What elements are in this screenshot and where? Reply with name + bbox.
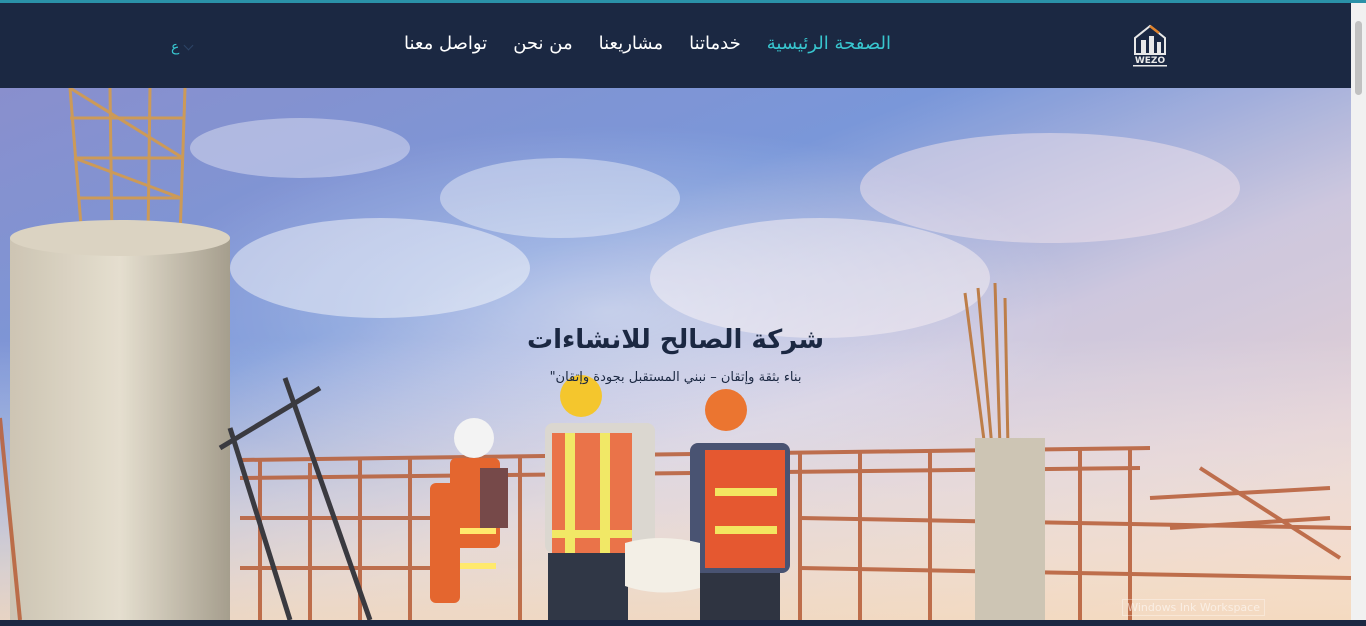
scrollbar-thumb[interactable]	[1355, 21, 1362, 95]
nav-about[interactable]: من نحن	[513, 33, 572, 54]
page-scrollbar[interactable]	[1351, 3, 1366, 620]
hero-subtitle: بناء بثقة وإتقان – نبني المستقبل بجودة و…	[549, 370, 802, 385]
logo-building-icon: WEZO	[1133, 24, 1167, 67]
nav-projects[interactable]: مشاريعنا	[599, 33, 664, 54]
hero-banner: شركة الصالح للانشاءات بناء بثقة وإتقان –…	[0, 88, 1351, 620]
navbar: WEZO الصفحة الرئيسية خدماتنا مشاريعنا من…	[0, 3, 1351, 88]
language-switcher[interactable]: ع	[171, 39, 194, 55]
nav-home[interactable]: الصفحة الرئيسية	[767, 33, 891, 54]
logo-text: WEZO	[1135, 56, 1166, 66]
nav-services[interactable]: خدماتنا	[689, 33, 741, 54]
bottom-edge	[0, 620, 1366, 626]
chevron-down-icon	[183, 40, 194, 50]
language-label: ع	[171, 39, 180, 55]
main-nav: الصفحة الرئيسية خدماتنا مشاريعنا من نحن …	[404, 33, 891, 54]
logo[interactable]: WEZO	[1129, 24, 1171, 68]
nav-contact[interactable]: تواصل معنا	[404, 33, 487, 54]
windows-ink-watermark: Windows Ink Workspace	[1122, 599, 1265, 616]
hero-title: شركة الصالح للانشاءات	[526, 325, 825, 355]
